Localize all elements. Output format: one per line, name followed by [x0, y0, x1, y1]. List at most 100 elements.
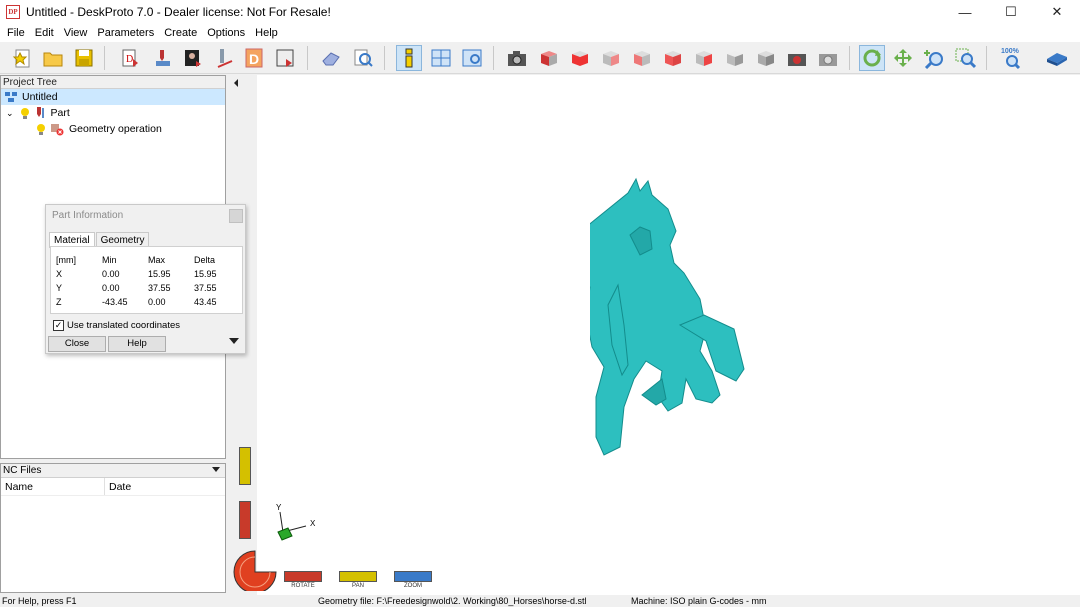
- minimize-button[interactable]: —: [942, 0, 988, 24]
- view-right-button[interactable]: [660, 45, 686, 71]
- part-icon: [156, 50, 170, 66]
- rotate-mode-button[interactable]: [859, 45, 885, 71]
- cube-left-icon: [634, 51, 650, 66]
- view-iso-button[interactable]: [536, 45, 562, 71]
- svg-text:D: D: [126, 54, 133, 65]
- view-top-button[interactable]: [691, 45, 717, 71]
- rotate-slider[interactable]: [284, 571, 322, 582]
- save-nc-button[interactable]: [272, 45, 298, 71]
- menu-view[interactable]: View: [59, 27, 93, 39]
- import-geometry-button[interactable]: D: [117, 45, 143, 71]
- row-y-max: 37.55: [148, 283, 171, 293]
- zoom-slider[interactable]: [394, 571, 432, 582]
- menu-file[interactable]: File: [2, 27, 30, 39]
- camera-gray-icon: [819, 54, 837, 66]
- rotate-dial-icon[interactable]: [232, 549, 278, 591]
- render-gray-button[interactable]: [815, 45, 841, 71]
- pan-mode-button[interactable]: [890, 45, 916, 71]
- vertical-pan-slider[interactable]: [239, 447, 251, 485]
- view-front-button[interactable]: [567, 45, 593, 71]
- rotate-label: ROTATE: [291, 583, 315, 589]
- drawing-button[interactable]: D: [241, 45, 267, 71]
- import-geometry-icon: D: [122, 49, 138, 67]
- svg-text:D: D: [249, 51, 259, 67]
- zoom-window-button[interactable]: [952, 45, 978, 71]
- part-button[interactable]: [150, 45, 176, 71]
- help-book-icon: [1047, 53, 1067, 66]
- axis-y-label: Y: [276, 503, 282, 512]
- part-info-button[interactable]: [396, 45, 422, 71]
- menu-parameters[interactable]: Parameters: [92, 27, 159, 39]
- zoom-100-button[interactable]: 100%: [999, 45, 1025, 71]
- preview-window-icon: [462, 49, 482, 67]
- view-bottom-button[interactable]: [722, 45, 748, 71]
- erase-button[interactable]: [318, 45, 344, 71]
- pan-slider[interactable]: [339, 571, 377, 582]
- table-header-max: Max: [148, 255, 166, 265]
- expand-arrow-icon[interactable]: [229, 338, 239, 344]
- row-x-axis: X: [56, 269, 63, 279]
- row-z-max: 0.00: [148, 297, 166, 307]
- axis-x-label: X: [310, 519, 316, 528]
- collapse-arrow-icon[interactable]: [234, 79, 238, 87]
- new-star-icon: [12, 49, 30, 68]
- inspect-button[interactable]: [350, 45, 376, 71]
- horse-3d-model[interactable]: [590, 175, 770, 495]
- part-information-dialog: Part Information Material Geometry [mm] …: [45, 204, 246, 354]
- zoom-label: ZOOM: [404, 583, 422, 589]
- screenshot-button[interactable]: [504, 45, 530, 71]
- app-logo-icon: DP: [6, 5, 20, 19]
- new-project-button[interactable]: [10, 45, 36, 71]
- menu-create[interactable]: Create: [159, 27, 202, 39]
- split-view-button[interactable]: [428, 45, 454, 71]
- nc-column-name[interactable]: Name: [1, 478, 105, 495]
- help-book-button[interactable]: [1044, 45, 1070, 71]
- dialog-close-button[interactable]: Close: [48, 336, 106, 352]
- cube-front-icon: [572, 51, 588, 66]
- dialog-help-button[interactable]: Help: [108, 336, 166, 352]
- maximize-button[interactable]: ☐: [988, 0, 1034, 24]
- view-gray-button[interactable]: [753, 45, 779, 71]
- cube-iso-icon: [541, 51, 557, 66]
- part-tree-icon: [36, 107, 44, 118]
- nc-column-date[interactable]: Date: [105, 478, 223, 495]
- cube-gray-icon: [758, 51, 774, 66]
- zoom-in-icon: [924, 50, 943, 69]
- menu-options[interactable]: Options: [202, 27, 250, 39]
- row-x-delta: 15.95: [194, 269, 217, 279]
- window-grid-icon: [431, 49, 451, 67]
- view-back-button[interactable]: [598, 45, 624, 71]
- save-project-button[interactable]: [71, 45, 97, 71]
- row-z-min: -43.45: [102, 297, 128, 307]
- tree-item-part[interactable]: ⌄ Part: [1, 105, 70, 121]
- rotate-arrows-icon: [863, 49, 881, 67]
- tree-item-geometry-operation[interactable]: Geometry operation: [1, 121, 162, 137]
- chevron-down-icon[interactable]: ⌄: [6, 108, 14, 119]
- checkbox-label: Use translated coordinates: [67, 320, 181, 331]
- dialog-title: Part Information: [52, 210, 124, 221]
- row-y-delta: 37.55: [194, 283, 217, 293]
- row-z-axis: Z: [56, 297, 62, 307]
- menu-help[interactable]: Help: [250, 27, 283, 39]
- zoom-in-button[interactable]: [921, 45, 947, 71]
- view-left-button[interactable]: [629, 45, 655, 71]
- checkmark-icon[interactable]: ✓: [53, 320, 64, 331]
- render-button[interactable]: [784, 45, 810, 71]
- eraser-icon: [322, 52, 340, 66]
- dialog-close-icon[interactable]: [229, 209, 243, 223]
- menu-edit[interactable]: Edit: [30, 27, 59, 39]
- dropdown-arrow-icon[interactable]: [212, 467, 220, 472]
- image-import-button[interactable]: [180, 45, 206, 71]
- tool-button[interactable]: [211, 45, 237, 71]
- close-button[interactable]: ✕: [1034, 0, 1080, 24]
- bulb-icon[interactable]: [36, 123, 46, 135]
- 3d-viewport[interactable]: Y X ROTATE PAN ZOOM: [230, 75, 1080, 595]
- row-x-max: 15.95: [148, 269, 171, 279]
- preview-window-button[interactable]: [459, 45, 485, 71]
- tree-item-project[interactable]: Untitled: [1, 89, 225, 105]
- open-project-button[interactable]: [40, 45, 66, 71]
- bulb-icon[interactable]: [20, 107, 30, 119]
- row-y-axis: Y: [56, 283, 63, 293]
- vertical-rotate-slider[interactable]: [239, 501, 251, 539]
- translated-coordinates-checkbox[interactable]: ✓ Use translated coordinates: [53, 320, 180, 331]
